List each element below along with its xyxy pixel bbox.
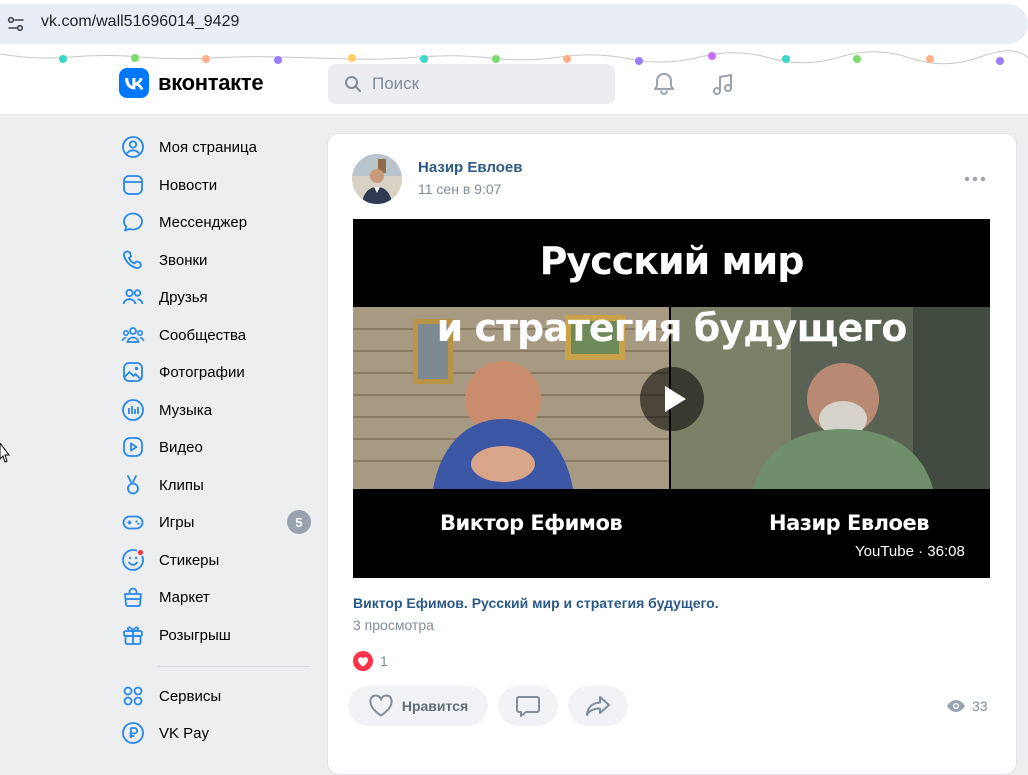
sidebar-item-label: Моя страница [159, 138, 257, 156]
sidebar-item-stickers[interactable]: Стикеры [121, 545, 311, 575]
play-button-icon[interactable] [640, 367, 704, 431]
sticker-icon [122, 548, 145, 571]
sidebar-item-label: Розыгрыш [159, 626, 231, 644]
like-button-label: Нравится [401, 698, 469, 714]
vk-brand-name[interactable]: вконтакте [158, 70, 264, 96]
video-icon [123, 437, 143, 457]
sidebar-item-label: Фотографии [159, 363, 245, 381]
sidebar-item-clips[interactable]: Клипы [121, 470, 311, 500]
comment-button[interactable] [498, 686, 558, 726]
user-circle-icon [122, 136, 144, 158]
gift-icon [123, 626, 143, 645]
games-count-badge: 5 [287, 510, 311, 534]
music-icon[interactable] [710, 71, 736, 97]
site-settings-icon[interactable] [6, 14, 26, 34]
sidebar-item-games[interactable]: Игры 5 [121, 507, 311, 537]
sidebar-item-communities[interactable]: Сообщества [121, 320, 311, 350]
sidebar-item-my-page[interactable]: Моя страница [121, 132, 311, 162]
search-icon [345, 76, 361, 92]
post-views-count: 33 [972, 698, 988, 714]
author-avatar[interactable] [352, 154, 402, 204]
sidebar-item-label: Друзья [159, 288, 208, 306]
browser-address-bar: vk.com/wall51696014_9429 [0, 0, 1028, 48]
gamepad-icon [122, 515, 144, 530]
sidebar-item-label: Маркет [159, 588, 210, 606]
sidebar-item-label: Сообщества [159, 326, 247, 344]
reaction-count[interactable]: 1 [380, 653, 388, 669]
sidebar-divider [158, 666, 309, 667]
bell-icon[interactable] [651, 71, 677, 97]
like-button[interactable]: Нравится [348, 686, 488, 726]
comment-icon [516, 696, 540, 717]
video-player[interactable]: Русский мир и стратегия будущего Виктор … [353, 219, 990, 578]
video-source-duration: YouTube · 36:08 [855, 543, 965, 560]
share-arrow-icon [586, 696, 610, 716]
phone-icon [123, 250, 142, 269]
sidebar-item-messenger[interactable]: Мессенджер [121, 207, 311, 237]
sidebar-item-label: Звонки [159, 251, 208, 269]
sidebar-item-giveaway[interactable]: Розыгрыш [121, 620, 311, 650]
sidebar-item-friends[interactable]: Друзья [121, 282, 311, 312]
sidebar-item-market[interactable]: Маркет [121, 582, 311, 612]
search-input[interactable] [372, 70, 602, 98]
video-title-line-2: и стратегия будущего [436, 306, 908, 350]
speaker-name-left: Виктор Ефимов [440, 511, 623, 535]
video-views-text: 3 просмотра [353, 617, 434, 633]
heart-reaction-icon[interactable] [353, 651, 373, 671]
sidebar-item-news[interactable]: Новости [121, 170, 311, 200]
sidebar-item-label: VK Pay [159, 724, 210, 742]
share-button[interactable] [568, 686, 628, 726]
sidebar-item-video[interactable]: Видео [121, 432, 311, 462]
sidebar-item-music[interactable]: Музыка [121, 395, 311, 425]
sidebar-item-label: Видео [159, 438, 203, 456]
vkpay-icon [122, 722, 144, 744]
url-text[interactable]: vk.com/wall51696014_9429 [41, 13, 239, 31]
sidebar-item-services[interactable]: Сервисы [121, 681, 311, 711]
sidebar-item-label: Мессенджер [159, 213, 248, 231]
market-bag-icon [124, 587, 142, 607]
sidebar-item-label: Новости [159, 176, 218, 194]
sidebar-item-calls[interactable]: Звонки [121, 245, 311, 275]
music-chart-icon [122, 399, 144, 421]
communities-icon [121, 327, 145, 343]
post-author-name[interactable]: Назир Евлоев [418, 159, 522, 176]
sidebar-item-label: Стикеры [159, 551, 220, 569]
post-date[interactable]: 11 сен в 9:07 [418, 181, 501, 197]
services-grid-icon [123, 686, 143, 706]
sidebar-item-label: Клипы [159, 476, 204, 494]
sidebar-item-label: Сервисы [159, 687, 222, 705]
speaker-name-right: Назир Евлоев [769, 511, 929, 535]
sidebar-item-label: Игры [159, 513, 195, 531]
mouse-cursor-icon [0, 443, 10, 463]
video-caption-link[interactable]: Виктор Ефимов. Русский мир и стратегия б… [353, 595, 719, 611]
message-icon [123, 212, 143, 232]
photo-icon [123, 362, 143, 382]
clips-icon [127, 475, 139, 495]
vk-logo-icon[interactable] [119, 68, 149, 98]
sidebar-item-label: Музыка [159, 401, 213, 419]
heart-outline-icon [369, 694, 393, 717]
eye-icon [947, 700, 965, 712]
news-icon [123, 175, 143, 195]
video-title-line-1: Русский мир [539, 239, 805, 283]
friends-icon [122, 288, 144, 305]
more-options-icon[interactable] [962, 170, 988, 188]
sidebar-item-photos[interactable]: Фотографии [121, 357, 311, 387]
